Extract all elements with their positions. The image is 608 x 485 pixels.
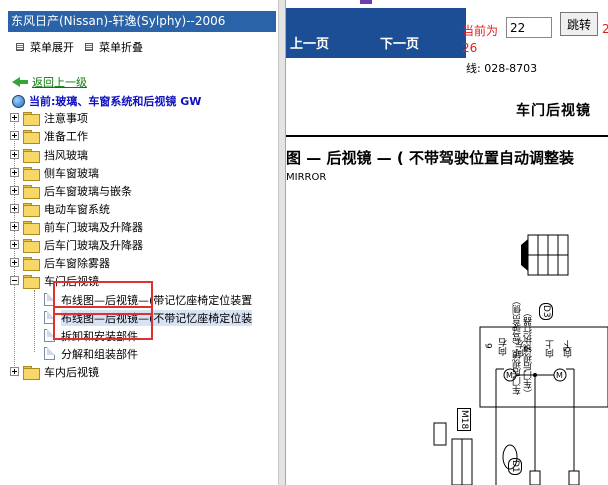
svg-text:M: M — [556, 371, 563, 380]
tree-item-windshield[interactable]: 挡风玻璃 — [10, 146, 88, 163]
motor-label-up: 向上 — [546, 340, 556, 358]
collapse-icon[interactable] — [10, 276, 19, 285]
folder-icon — [23, 202, 40, 217]
tree-item-power-window[interactable]: 电动车窗系统 — [10, 200, 110, 217]
page-number-input[interactable] — [506, 17, 552, 38]
expand-all-button[interactable]: 菜单展开 — [16, 40, 74, 54]
connector-d3-id: D3 — [539, 303, 553, 320]
tree-item-label: 电动车窗系统 — [44, 202, 110, 216]
current-path-label: 当前:玻璃、车窗系统和后视镜 GW — [29, 95, 202, 108]
tree-item-label: 注意事项 — [44, 111, 88, 125]
folder-icon — [23, 220, 40, 235]
connector-m18-id: M18 — [457, 408, 471, 432]
window-edge-mark — [360, 0, 372, 4]
folder-icon — [23, 238, 40, 253]
jump-button[interactable]: 跳转 — [560, 12, 598, 36]
back-arrow-icon — [12, 76, 28, 88]
tree-item-label: 准备工作 — [44, 129, 88, 143]
header-rule — [286, 135, 608, 137]
tree-item-preparation[interactable]: 准备工作 — [10, 127, 88, 144]
document-icon — [44, 347, 55, 360]
back-link-label: 返回上一级 — [32, 76, 87, 89]
expand-icon[interactable] — [10, 240, 19, 249]
motor-label-down: 向下 — [564, 340, 574, 358]
tree-item-label: 侧车窗玻璃 — [44, 166, 99, 180]
tree-item-rear-defogger[interactable]: 后车窗除雾器 — [10, 254, 110, 271]
tree-item-inside-mirror[interactable]: 车内后视镜 — [10, 363, 99, 380]
tree-item-label: 挡风玻璃 — [44, 148, 88, 162]
tree-item-disassembly-assembly[interactable]: 分解和组装部件 — [44, 345, 138, 362]
expand-icon[interactable] — [10, 168, 19, 177]
current-page-label: 当前为 — [462, 24, 499, 38]
expand-all-label: 菜单展开 — [30, 41, 74, 54]
motor-right: M — [553, 368, 567, 382]
connector-d3-pin-grid — [521, 234, 569, 276]
tree-item-rear-door-glass[interactable]: 后车门玻璃及升降器 — [10, 236, 143, 253]
document-viewer: 上一页 下一页 当前为 跳转 2 26 线: 028-8703 车门后视镜 图 … — [286, 0, 608, 485]
folder-icon — [23, 129, 40, 144]
total-pages-fragment: 2 — [602, 22, 608, 36]
folder-icon — [23, 365, 40, 380]
expand-icon[interactable] — [10, 204, 19, 213]
folder-icon — [23, 111, 40, 126]
tree-item-label: 前车门玻璃及升降器 — [44, 220, 143, 234]
tree-item-front-door-glass[interactable]: 前车门玻璃及升降器 — [10, 218, 143, 235]
expand-icon[interactable] — [10, 367, 19, 376]
folder-icon — [23, 256, 40, 271]
expand-icon[interactable] — [10, 113, 19, 122]
expand-icon[interactable] — [10, 150, 19, 159]
collapse-all-label: 菜单折叠 — [99, 41, 143, 54]
tree-item-label: 后车窗除雾器 — [44, 256, 110, 270]
folder-open-icon — [23, 274, 40, 289]
section-header: 车门后视镜 — [516, 103, 591, 119]
vehicle-title-bar: 东风日产(Nissan)-轩逸(Sylphy)--2006 — [8, 11, 276, 32]
tree-item-precautions[interactable]: 注意事项 — [10, 109, 88, 126]
folder-icon — [23, 184, 40, 199]
list-icon — [85, 43, 93, 51]
expand-icon[interactable] — [10, 258, 19, 267]
highlight-annotation-box — [53, 306, 153, 340]
tree-item-rear-window[interactable]: 后车窗玻璃与嵌条 — [10, 182, 132, 199]
tree-item-label: 车内后视镜 — [44, 365, 99, 379]
connector-d1-id: D1 — [508, 458, 522, 475]
tree-item-label: 后车门玻璃及升降器 — [44, 238, 143, 252]
total-pages: 26 — [462, 41, 478, 55]
next-page-button[interactable]: 下一页 — [380, 33, 419, 52]
document-page: 线: 028-8703 车门后视镜 图 — 后视镜 — ( 不带驾驶位置自动调整… — [286, 58, 608, 485]
document-title: 图 — 后视镜 — ( 不带驾驶位置自动调整装 — [286, 149, 574, 167]
pin-label-6: 6 — [485, 343, 495, 349]
tree-item-label: 后车窗玻璃与嵌条 — [44, 184, 132, 198]
prev-page-button[interactable]: 上一页 — [290, 33, 329, 52]
expand-icon[interactable] — [10, 222, 19, 231]
current-path: 当前:玻璃、车窗系统和后视镜 GW — [12, 93, 201, 109]
phone-fragment: 线: 028-8703 — [466, 62, 538, 75]
collapse-all-button[interactable]: 菜单折叠 — [85, 40, 143, 54]
tree-line — [34, 290, 35, 352]
expand-icon[interactable] — [10, 186, 19, 195]
tree-item-label: 分解和组装部件 — [61, 347, 138, 361]
expand-icon[interactable] — [10, 131, 19, 140]
motor-label-left: 向左 — [516, 340, 526, 358]
page-nav-bar: 上一页 下一页 — [286, 8, 466, 58]
panel-splitter[interactable] — [278, 0, 286, 485]
connector-d1-pin-grid — [451, 438, 473, 485]
folder-icon — [23, 166, 40, 181]
globe-icon — [12, 94, 25, 108]
folder-icon — [23, 148, 40, 163]
navigation-tree-panel: 东风日产(Nissan)-轩逸(Sylphy)--2006 菜单展开 菜单折叠 … — [0, 0, 278, 485]
tree-item-side-window[interactable]: 侧车窗玻璃 — [10, 164, 99, 181]
document-subtitle: MIRROR — [286, 172, 327, 183]
list-icon — [16, 43, 24, 51]
motor-label-right: 向右 — [499, 338, 509, 356]
back-link[interactable]: 返回上一级 — [12, 74, 87, 90]
